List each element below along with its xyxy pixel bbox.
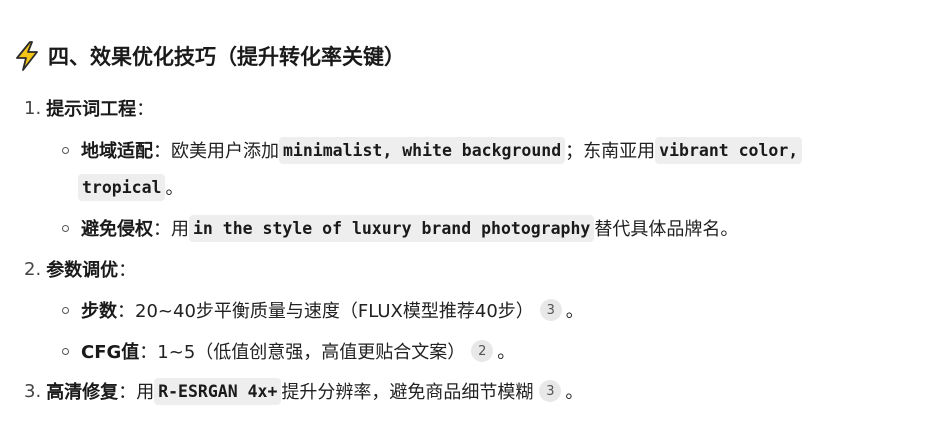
inline-code: in the style of luxury brand photography [189, 214, 595, 242]
item-colon: ： [118, 260, 137, 281]
subitem-text: 。 [497, 342, 516, 363]
subitem-colon: ： [117, 301, 135, 322]
section-title: 四、效果优化技巧（提升转化率关键） [48, 45, 405, 69]
subitem-text: 用 [171, 219, 189, 240]
list-item: 3. 高清修复 ： 用 R-ESRGAN 4x+ 提升分辨率，避免商品细节模糊 … [24, 374, 583, 408]
sub-list-item: 避免侵权 ： 用 in the style of luxury brand ph… [62, 211, 738, 245]
item-number: 1. [24, 97, 42, 119]
subitem-title: 地域适配 [81, 141, 153, 162]
subitem-title: 避免侵权 [81, 219, 153, 240]
subitem-colon: ： [153, 141, 171, 162]
inline-code: tropical [78, 173, 166, 201]
bullet-circle-icon [62, 347, 69, 355]
subitem-text: 替代具体品牌名。 [594, 219, 739, 240]
inline-code: minimalist, white background [279, 136, 566, 164]
subitem-text: 。 [165, 178, 184, 199]
sub-list-item-continuation: tropical 。 [78, 170, 183, 204]
list-item: 1. 提示词工程 ： [24, 91, 154, 125]
subitem-title: 步数 [81, 301, 117, 322]
item-colon: ： [118, 382, 137, 403]
item-text: 提升分辨率，避免商品细节模糊 [281, 382, 534, 403]
list-item: 2. 参数调优 ： [24, 252, 136, 286]
item-text: 用 [136, 382, 155, 403]
subitem-colon: ： [153, 219, 171, 240]
subitem-text: ；东南亚用 [565, 141, 656, 162]
item-number: 3. [24, 380, 42, 402]
bullet-circle-icon [62, 224, 69, 232]
sub-list-item: CFG值 ： 1~5（低值创意强，高值更贴合文案） 2 。 [62, 334, 515, 368]
subitem-text: 欧美用户添加 [171, 141, 279, 162]
item-text: 。 [565, 382, 584, 403]
subitem-colon: ： [139, 342, 158, 363]
item-title: 提示词工程 [46, 99, 137, 120]
item-colon: ： [136, 99, 155, 120]
subitem-text: 。 [565, 301, 584, 322]
sub-list-item: 地域适配 ： 欧美用户添加 minimalist, white backgrou… [62, 133, 803, 167]
item-title: 高清修复 [46, 382, 119, 403]
item-number: 2. [24, 258, 42, 280]
item-title: 参数调优 [46, 260, 119, 281]
subitem-text: 1~5（低值创意强，高值更贴合文案） [157, 342, 466, 363]
subitem-title: CFG值 [81, 342, 140, 363]
bullet-circle-icon [62, 306, 69, 314]
subitem-text: 20~40步平衡质量与速度（FLUX模型推荐40步） [135, 301, 534, 322]
sub-list-item: 步数 ： 20~40步平衡质量与速度（FLUX模型推荐40步） 3 。 [62, 293, 584, 327]
citation-badge[interactable]: 3 [539, 380, 562, 402]
inline-code: vibrant color, [655, 136, 803, 164]
citation-badge[interactable]: 3 [539, 299, 562, 321]
lightning-icon [14, 41, 40, 71]
inline-code: R-ESRGAN 4x+ [154, 377, 282, 405]
citation-badge[interactable]: 2 [471, 340, 494, 362]
bullet-circle-icon [62, 146, 69, 154]
section-heading: 四、效果优化技巧（提升转化率关键） [14, 40, 405, 72]
